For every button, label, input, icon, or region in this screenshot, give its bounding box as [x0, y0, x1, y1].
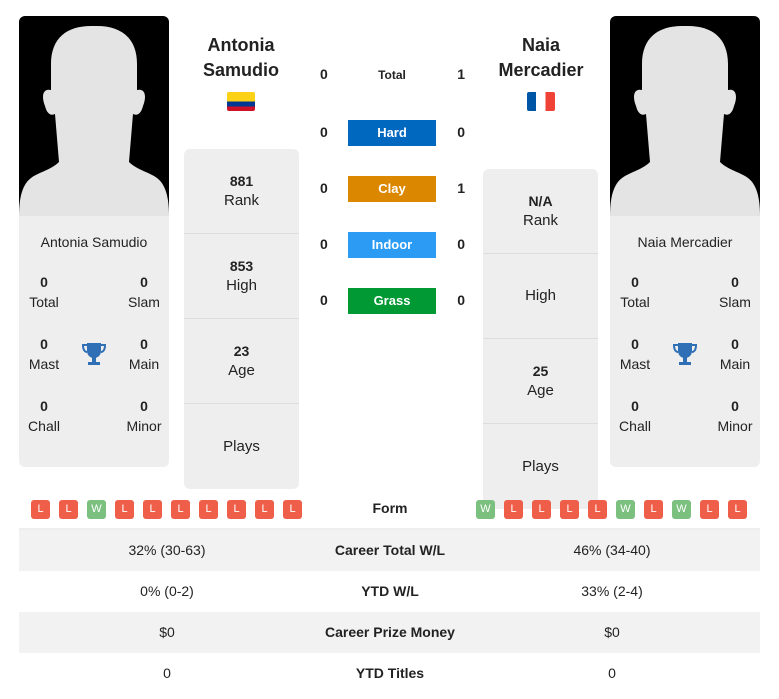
form-badge: W	[616, 500, 635, 519]
surface-total: Total	[378, 68, 406, 82]
form-badge: L	[504, 500, 523, 519]
player1-slam: 0 Slam	[128, 274, 160, 310]
surface-clay[interactable]: Clay	[348, 176, 436, 202]
player1-name[interactable]: Antonia Samudio	[19, 234, 169, 254]
form-badge: W	[87, 500, 106, 519]
form-row: L L W L L L L L L L Form W L L L L W L W L L	[19, 490, 760, 530]
stat-row: 0 YTD Titles 0	[163, 665, 616, 681]
form-badge: L	[644, 500, 663, 519]
form-badge: L	[227, 500, 246, 519]
h2h-row-grass: 0 Grass 0	[310, 288, 475, 314]
player2-slam: 0 Slam	[719, 274, 751, 310]
form-badge: L	[171, 500, 190, 519]
player1-rank: 881 Rank	[184, 149, 299, 234]
player1-main: 0 Main	[128, 336, 160, 372]
player1-total: 0 Total	[29, 274, 59, 310]
player2-photo	[610, 16, 760, 216]
france-flag-icon	[527, 92, 555, 111]
player1-title[interactable]: Antonia Samudio	[166, 33, 316, 83]
form-badge: L	[560, 500, 579, 519]
surface-grass[interactable]: Grass	[348, 288, 436, 314]
form-badge: L	[115, 500, 134, 519]
form-badge: L	[199, 500, 218, 519]
player1-photo	[19, 16, 169, 216]
player2-card: Naia Mercadier 0 Total 0 Slam 0 Mast 0 Main 0 Cha…	[610, 16, 760, 467]
player1-chall: 0 Chall	[28, 398, 60, 434]
trophy-icon	[660, 334, 710, 374]
h2h-row-indoor: 0 Indoor 0	[310, 232, 475, 258]
player2-age: 25 Age	[483, 339, 598, 424]
stat-row: $0 Career Prize Money $0	[19, 612, 760, 653]
player2-main: 0 Main	[719, 336, 751, 372]
h2h-row-total: 0 Total 1	[310, 62, 475, 88]
form-badge: L	[255, 500, 274, 519]
player2-title[interactable]: Naia Mercadier	[466, 33, 616, 83]
player1-plays: Plays	[223, 437, 260, 455]
colombia-flag-icon	[227, 92, 255, 111]
h2h-row-clay: 0 Clay 1	[310, 176, 475, 202]
surface-indoor[interactable]: Indoor	[348, 232, 436, 258]
player2-chall: 0 Chall	[619, 398, 651, 434]
surface-hard[interactable]: Hard	[348, 120, 436, 146]
form-label: Form	[372, 500, 408, 516]
form-badge: W	[672, 500, 691, 519]
player2-minor: 0 Minor	[717, 398, 753, 434]
form-badge: L	[31, 500, 50, 519]
form-badge: L	[700, 500, 719, 519]
player1-mast: 0 Mast	[28, 336, 60, 372]
form-badge: L	[728, 500, 747, 519]
stat-row: 0% (0-2) YTD W/L 33% (2-4)	[140, 583, 643, 599]
player2-name[interactable]: Naia Mercadier	[610, 234, 760, 254]
form-badge: L	[143, 500, 162, 519]
player1-card: Antonia Samudio 0 Total 0 Slam 0 Mast 0 Main 0 Ch…	[19, 16, 169, 467]
form-badge: W	[476, 500, 495, 519]
form-badge: L	[588, 500, 607, 519]
player1-high: 853 High	[184, 234, 299, 319]
h2h-row-hard: 0 Hard 0	[310, 120, 475, 146]
stat-row: 32% (30-63) Career Total W/L 46% (34-40)	[19, 530, 760, 571]
player2-mast: 0 Mast	[619, 336, 651, 372]
player1-stats: 881 Rank 853 High 23 Age Plays	[184, 149, 299, 489]
player2-rank: N/A Rank	[483, 169, 598, 254]
player1-age: 23 Age	[184, 319, 299, 404]
player2-stats: N/A Rank High 25 Age Plays	[483, 169, 598, 509]
player1-minor: 0 Minor	[126, 398, 162, 434]
player2-high: High	[483, 254, 598, 339]
trophy-icon	[69, 334, 119, 374]
form-badge: L	[532, 500, 551, 519]
player2-total: 0 Total	[620, 274, 650, 310]
form-badge: L	[59, 500, 78, 519]
